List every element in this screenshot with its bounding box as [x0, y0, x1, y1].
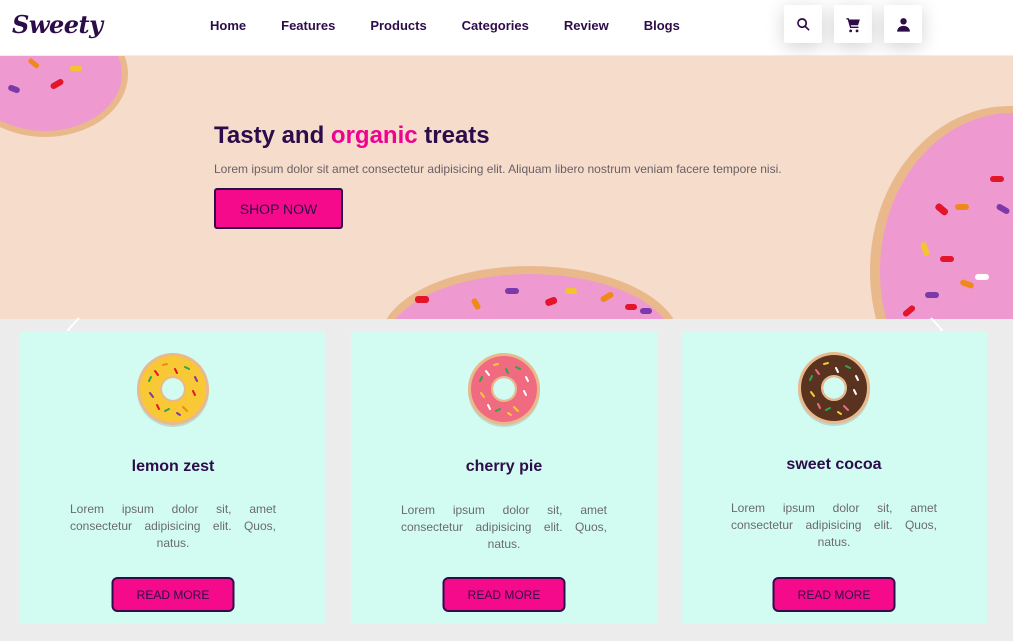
read-more-button[interactable]: READ MORE — [442, 577, 566, 612]
card-description: Lorem ipsum dolor sit, amet consectetur … — [731, 501, 937, 549]
hero-title-start: Tasty and — [214, 122, 331, 149]
lemon-donut-icon — [137, 353, 209, 427]
cart-button[interactable] — [834, 5, 872, 43]
hero-title-end: treats — [417, 122, 490, 149]
search-icon — [796, 17, 810, 31]
card-title: cherry pie — [465, 458, 543, 475]
nav-home[interactable]: Home — [210, 18, 246, 33]
account-button[interactable] — [884, 5, 922, 43]
card-title: sweet cocoa — [786, 456, 882, 473]
logo[interactable]: Sweety — [12, 10, 103, 39]
hero-slide: Tasty and organic treats Lorem ipsum dol… — [0, 56, 1013, 319]
nav-products[interactable]: Products — [370, 18, 426, 33]
hero-title: Tasty and organic treats — [214, 122, 782, 150]
product-card-cherry-pie: cherry pie Lorem ipsum dolor sit, amet c… — [351, 331, 657, 624]
product-card-sweet-cocoa: sweet cocoa Lorem ipsum dolor sit, amet … — [681, 331, 987, 624]
card-description: Lorem ipsum dolor sit, amet consectetur … — [401, 503, 607, 551]
hero-content: Tasty and organic treats Lorem ipsum dol… — [214, 122, 782, 176]
search-button[interactable] — [784, 5, 822, 43]
nav-review[interactable]: Review — [564, 18, 609, 33]
cherry-donut-icon — [468, 353, 540, 427]
nav-blogs[interactable]: Blogs — [644, 18, 680, 33]
site-header: Sweety Home Features Products Categories… — [0, 0, 1013, 56]
read-more-button[interactable]: READ MORE — [772, 577, 896, 612]
hero-title-accent: organic — [330, 122, 418, 149]
card-description: Lorem ipsum dolor sit, amet consectetur … — [70, 502, 276, 550]
user-icon — [896, 17, 910, 32]
shop-now-button[interactable]: SHOP NOW — [214, 188, 343, 229]
card-title: lemon zest — [131, 458, 215, 475]
cart-icon — [845, 17, 860, 32]
nav-features[interactable]: Features — [281, 18, 335, 33]
product-card-lemon-zest: lemon zest Lorem ipsum dolor sit, amet c… — [20, 331, 326, 624]
main-nav: Home Features Products Categories Review… — [210, 18, 680, 33]
read-more-button[interactable]: READ MORE — [111, 577, 235, 612]
nav-categories[interactable]: Categories — [462, 18, 529, 33]
hero-description: Lorem ipsum dolor sit amet consectetur a… — [214, 162, 782, 176]
hero-donut-decoration — [0, 56, 1013, 319]
cocoa-donut-icon — [798, 352, 870, 426]
